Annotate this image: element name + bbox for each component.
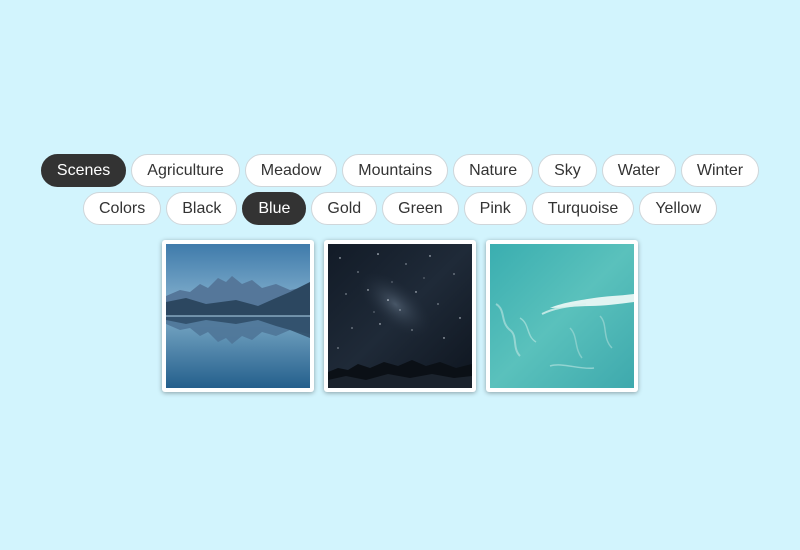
filter-pill-agriculture[interactable]: Agriculture bbox=[131, 154, 240, 187]
colors-filter-row: Colors Black Blue Gold Green Pink Turquo… bbox=[0, 192, 800, 225]
image-gallery bbox=[0, 240, 800, 392]
filter-pill-colors[interactable]: Colors bbox=[82, 192, 162, 225]
gallery-item-night-sky[interactable] bbox=[324, 240, 476, 392]
filter-gallery-page: Scenes Agriculture Meadow Mountains Natu… bbox=[0, 0, 800, 550]
ocean-wave-image bbox=[490, 244, 634, 388]
filter-pill-blue[interactable]: Blue bbox=[242, 192, 307, 225]
filter-pill-meadow[interactable]: Meadow bbox=[244, 154, 338, 187]
scenes-filter-row: Scenes Agriculture Meadow Mountains Natu… bbox=[0, 154, 800, 187]
mountain-lake-image bbox=[166, 244, 310, 388]
gallery-item-ocean-wave[interactable] bbox=[486, 240, 638, 392]
filter-pill-green[interactable]: Green bbox=[382, 192, 459, 225]
filter-pill-turquoise[interactable]: Turquoise bbox=[531, 192, 635, 225]
filter-pill-sky[interactable]: Sky bbox=[538, 154, 597, 187]
filter-pill-scenes[interactable]: Scenes bbox=[40, 154, 127, 187]
filter-pill-yellow[interactable]: Yellow bbox=[639, 192, 717, 225]
filter-pill-winter[interactable]: Winter bbox=[680, 154, 760, 187]
filter-pill-black[interactable]: Black bbox=[166, 192, 238, 225]
filter-pill-nature[interactable]: Nature bbox=[453, 154, 534, 187]
night-sky-image bbox=[328, 244, 472, 388]
filter-pill-mountains[interactable]: Mountains bbox=[342, 154, 449, 187]
filter-pill-gold[interactable]: Gold bbox=[311, 192, 378, 225]
gallery-item-mountain-lake[interactable] bbox=[162, 240, 314, 392]
filter-pill-pink[interactable]: Pink bbox=[463, 192, 527, 225]
filter-pill-water[interactable]: Water bbox=[601, 154, 676, 187]
